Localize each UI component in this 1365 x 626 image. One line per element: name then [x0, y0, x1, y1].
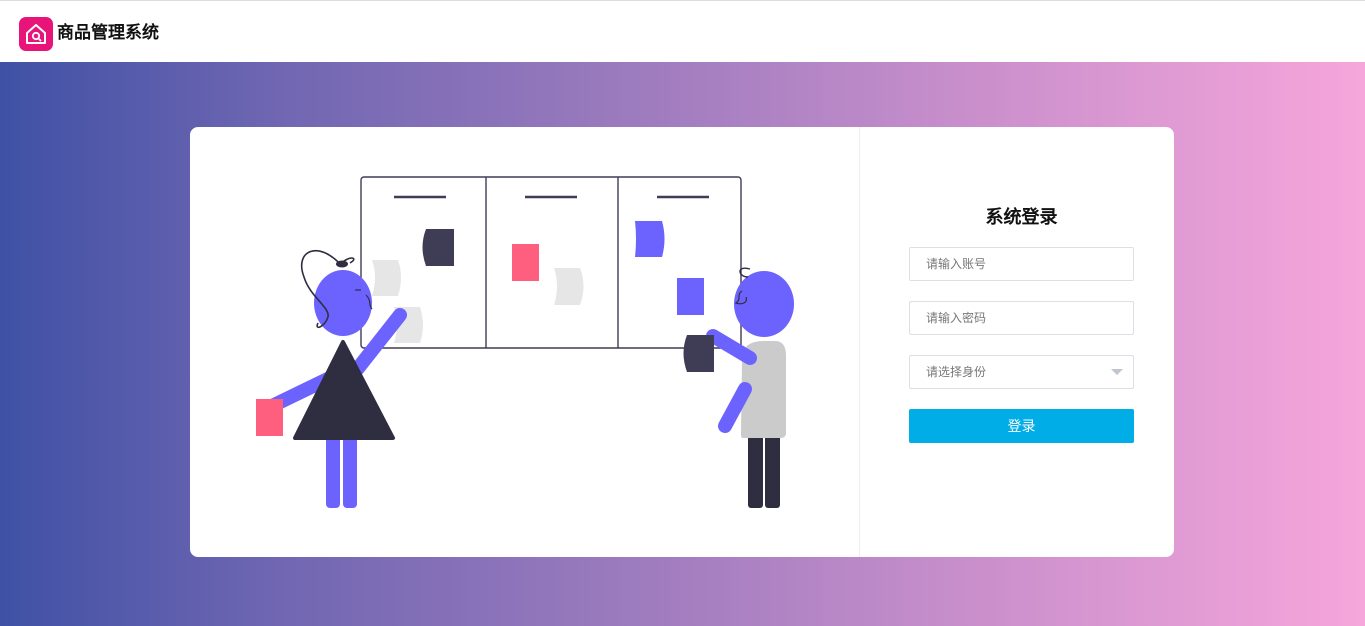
header-bar: 商品管理系统 [0, 0, 1365, 62]
home-search-icon [26, 24, 46, 44]
team-kanban-board-illustration [256, 176, 794, 508]
role-select[interactable]: 请选择身份 [909, 355, 1134, 389]
account-input[interactable] [909, 247, 1134, 281]
login-title: 系统登录 [985, 207, 1058, 228]
caret-down-icon [1111, 369, 1123, 375]
logo[interactable] [19, 17, 53, 51]
role-select-placeholder: 请选择身份 [926, 365, 987, 379]
login-background: 系统登录 请选择身份 登录 [0, 62, 1365, 626]
login-card: 系统登录 请选择身份 登录 [190, 127, 1174, 557]
password-input[interactable] [909, 301, 1134, 335]
login-button[interactable]: 登录 [909, 409, 1134, 443]
app-title: 商品管理系统 [57, 23, 159, 43]
card-divider [859, 127, 860, 557]
